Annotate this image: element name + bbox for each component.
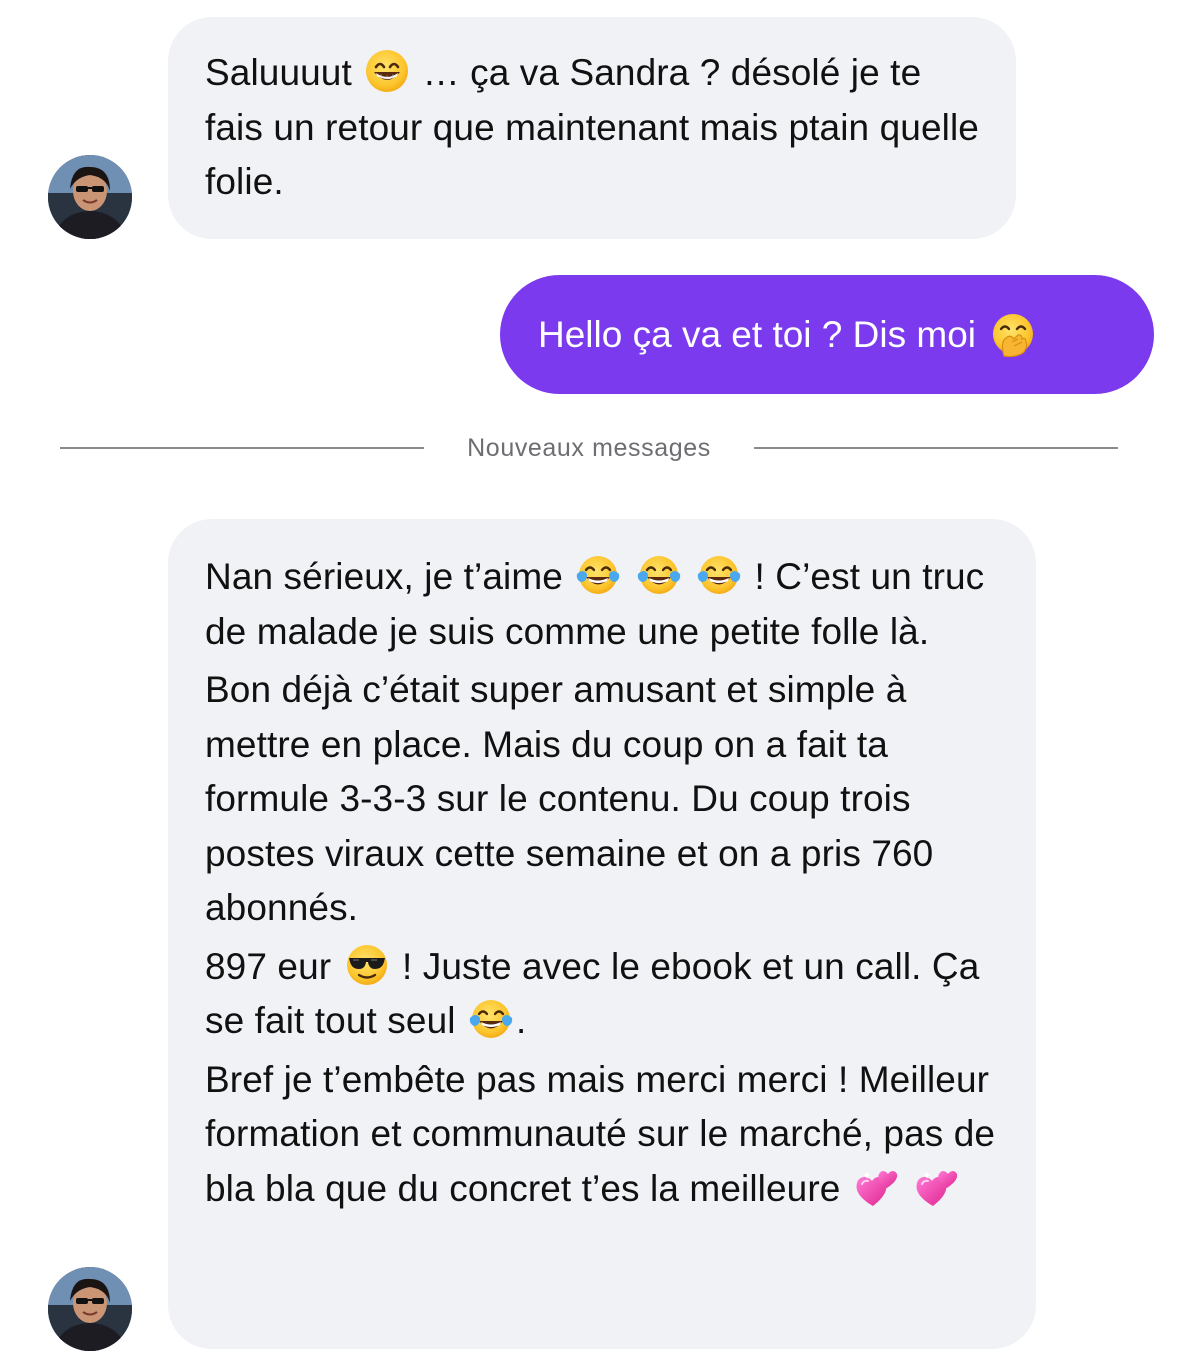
two-hearts-icon bbox=[913, 1164, 959, 1210]
message-bubble-incoming-1[interactable]: Saluuuut … ça va Sandra ? désolé je te f… bbox=[168, 17, 1016, 239]
grinning-face-icon bbox=[364, 48, 410, 94]
message-bubble-incoming-2[interactable]: Nan sérieux, je t’aime ! C’est un truc d… bbox=[168, 519, 1036, 1349]
message-text: Saluuuut … ça va Sandra ? désolé je te f… bbox=[205, 46, 980, 210]
sunglasses-face-icon bbox=[344, 942, 390, 988]
message-paragraph: Nan sérieux, je t’aime ! C’est un truc d… bbox=[205, 550, 1000, 659]
two-hearts-icon bbox=[853, 1164, 899, 1210]
tears-of-joy-icon bbox=[696, 552, 742, 598]
message-paragraph: Bon déjà c’était super amusant et simple… bbox=[205, 669, 934, 928]
divider-line-right bbox=[754, 447, 1118, 449]
tears-of-joy-icon bbox=[575, 552, 621, 598]
tears-of-joy-icon bbox=[468, 996, 514, 1042]
new-messages-divider: Nouveaux messages bbox=[60, 425, 1118, 471]
message-paragraph: 897 eur ! Juste avec le ebook et un call… bbox=[205, 940, 1000, 1049]
tears-of-joy-icon bbox=[636, 552, 682, 598]
message-bubble-outgoing-1[interactable]: Hello ça va et toi ? Dis moi bbox=[500, 275, 1154, 394]
contact-avatar[interactable] bbox=[48, 1267, 132, 1351]
contact-avatar[interactable] bbox=[48, 155, 132, 239]
message-paragraph: Bref je t’embête pas mais merci merci ! … bbox=[205, 1058, 996, 1210]
face-with-hand-over-mouth-icon bbox=[990, 312, 1036, 358]
